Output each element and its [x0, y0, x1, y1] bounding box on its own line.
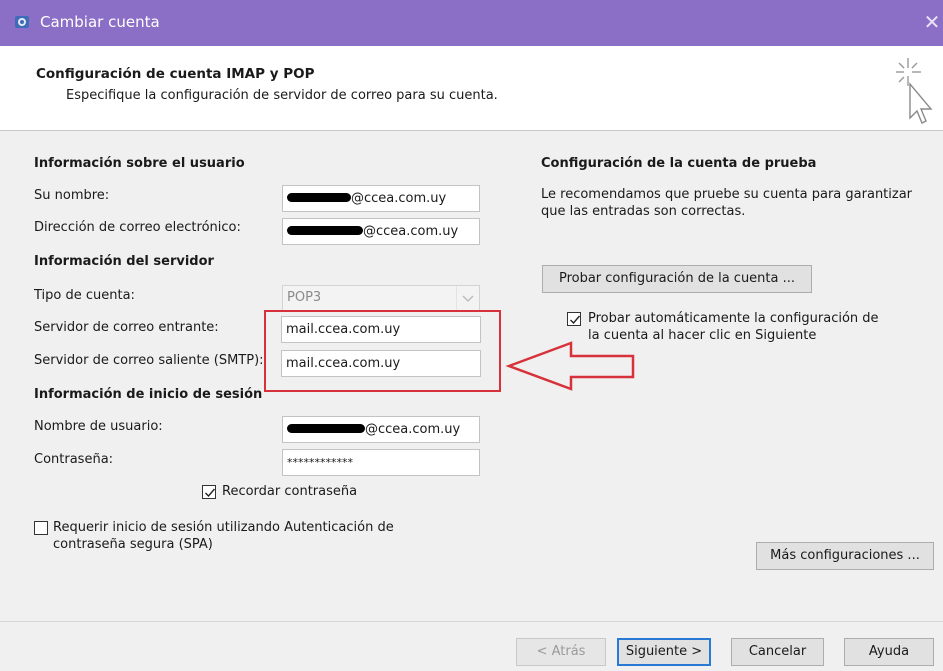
login-info-heading: Información de inicio de sesión: [34, 387, 263, 402]
email-label: Dirección de correo electrónico:: [34, 220, 241, 235]
title-bar: Cambiar cuenta ✕: [0, 0, 943, 46]
cancel-button[interactable]: Cancelar: [731, 638, 824, 666]
redacted-text: [287, 424, 365, 433]
checkmark-icon: [205, 488, 216, 498]
checkmark-icon: [570, 315, 581, 325]
account-type-select[interactable]: POP3: [282, 285, 480, 311]
email-field[interactable]: @ccea.com.uy: [282, 218, 480, 245]
spa-label-line2: contraseña segura (SPA): [53, 537, 213, 552]
help-button[interactable]: Ayuda: [844, 638, 934, 666]
page-subtitle: Especifique la configuración de servidor…: [66, 88, 498, 103]
test-config-heading: Configuración de la cuenta de prueba: [541, 156, 817, 171]
annotation-highlight-box: [264, 310, 501, 392]
account-type-value: POP3: [287, 290, 322, 305]
page-title: Configuración de cuenta IMAP y POP: [36, 66, 315, 82]
redacted-text: [287, 193, 351, 202]
username-label: Nombre de usuario:: [34, 419, 163, 434]
account-type-label: Tipo de cuenta:: [34, 288, 135, 303]
password-field[interactable]: ************: [282, 449, 480, 476]
back-button[interactable]: < Atrás: [516, 638, 606, 666]
server-info-heading: Información del servidor: [34, 254, 214, 269]
remember-password-checkbox[interactable]: [202, 485, 216, 499]
test-config-desc-line1: Le recomendamos que pruebe su cuenta par…: [541, 187, 913, 202]
incoming-server-label: Servidor de correo entrante:: [34, 320, 219, 335]
username-field-value: @ccea.com.uy: [365, 422, 461, 437]
spa-label-line1: Requerir inicio de sesión utilizando Aut…: [53, 520, 394, 535]
auto-test-label-line2: la cuenta al hacer clic en Siguiente: [588, 328, 817, 343]
auto-test-checkbox[interactable]: [567, 312, 581, 326]
outgoing-server-label: Servidor de correo saliente (SMTP):: [34, 353, 264, 368]
auto-test-label-line1: Probar automáticamente la configuración …: [588, 311, 879, 326]
user-info-heading: Información sobre el usuario: [34, 156, 245, 171]
name-field-value: @ccea.com.uy: [351, 191, 447, 206]
window-title: Cambiar cuenta: [40, 13, 160, 31]
next-button[interactable]: Siguiente >: [617, 638, 711, 666]
close-icon[interactable]: ✕: [923, 10, 941, 34]
dropdown-arrow-icon: [462, 295, 474, 302]
redacted-text: [287, 226, 363, 235]
test-config-desc-line2: que las entradas son correctas.: [541, 204, 746, 219]
email-field-value: @ccea.com.uy: [363, 224, 459, 239]
name-field[interactable]: @ccea.com.uy: [282, 185, 480, 212]
name-label: Su nombre:: [34, 188, 110, 203]
outlook-app-icon: [15, 16, 29, 28]
remember-password-label: Recordar contraseña: [222, 484, 358, 499]
username-field[interactable]: @ccea.com.uy: [282, 416, 480, 443]
dialog-header: Configuración de cuenta IMAP y POP Espec…: [0, 46, 943, 131]
more-settings-button[interactable]: Más configuraciones ...: [756, 542, 934, 570]
test-account-button[interactable]: Probar configuración de la cuenta ...: [542, 265, 812, 293]
spa-checkbox[interactable]: [34, 521, 48, 535]
annotation-arrow-icon: [505, 341, 635, 391]
password-label: Contraseña:: [34, 452, 114, 467]
setup-wand-icon: [896, 58, 933, 124]
